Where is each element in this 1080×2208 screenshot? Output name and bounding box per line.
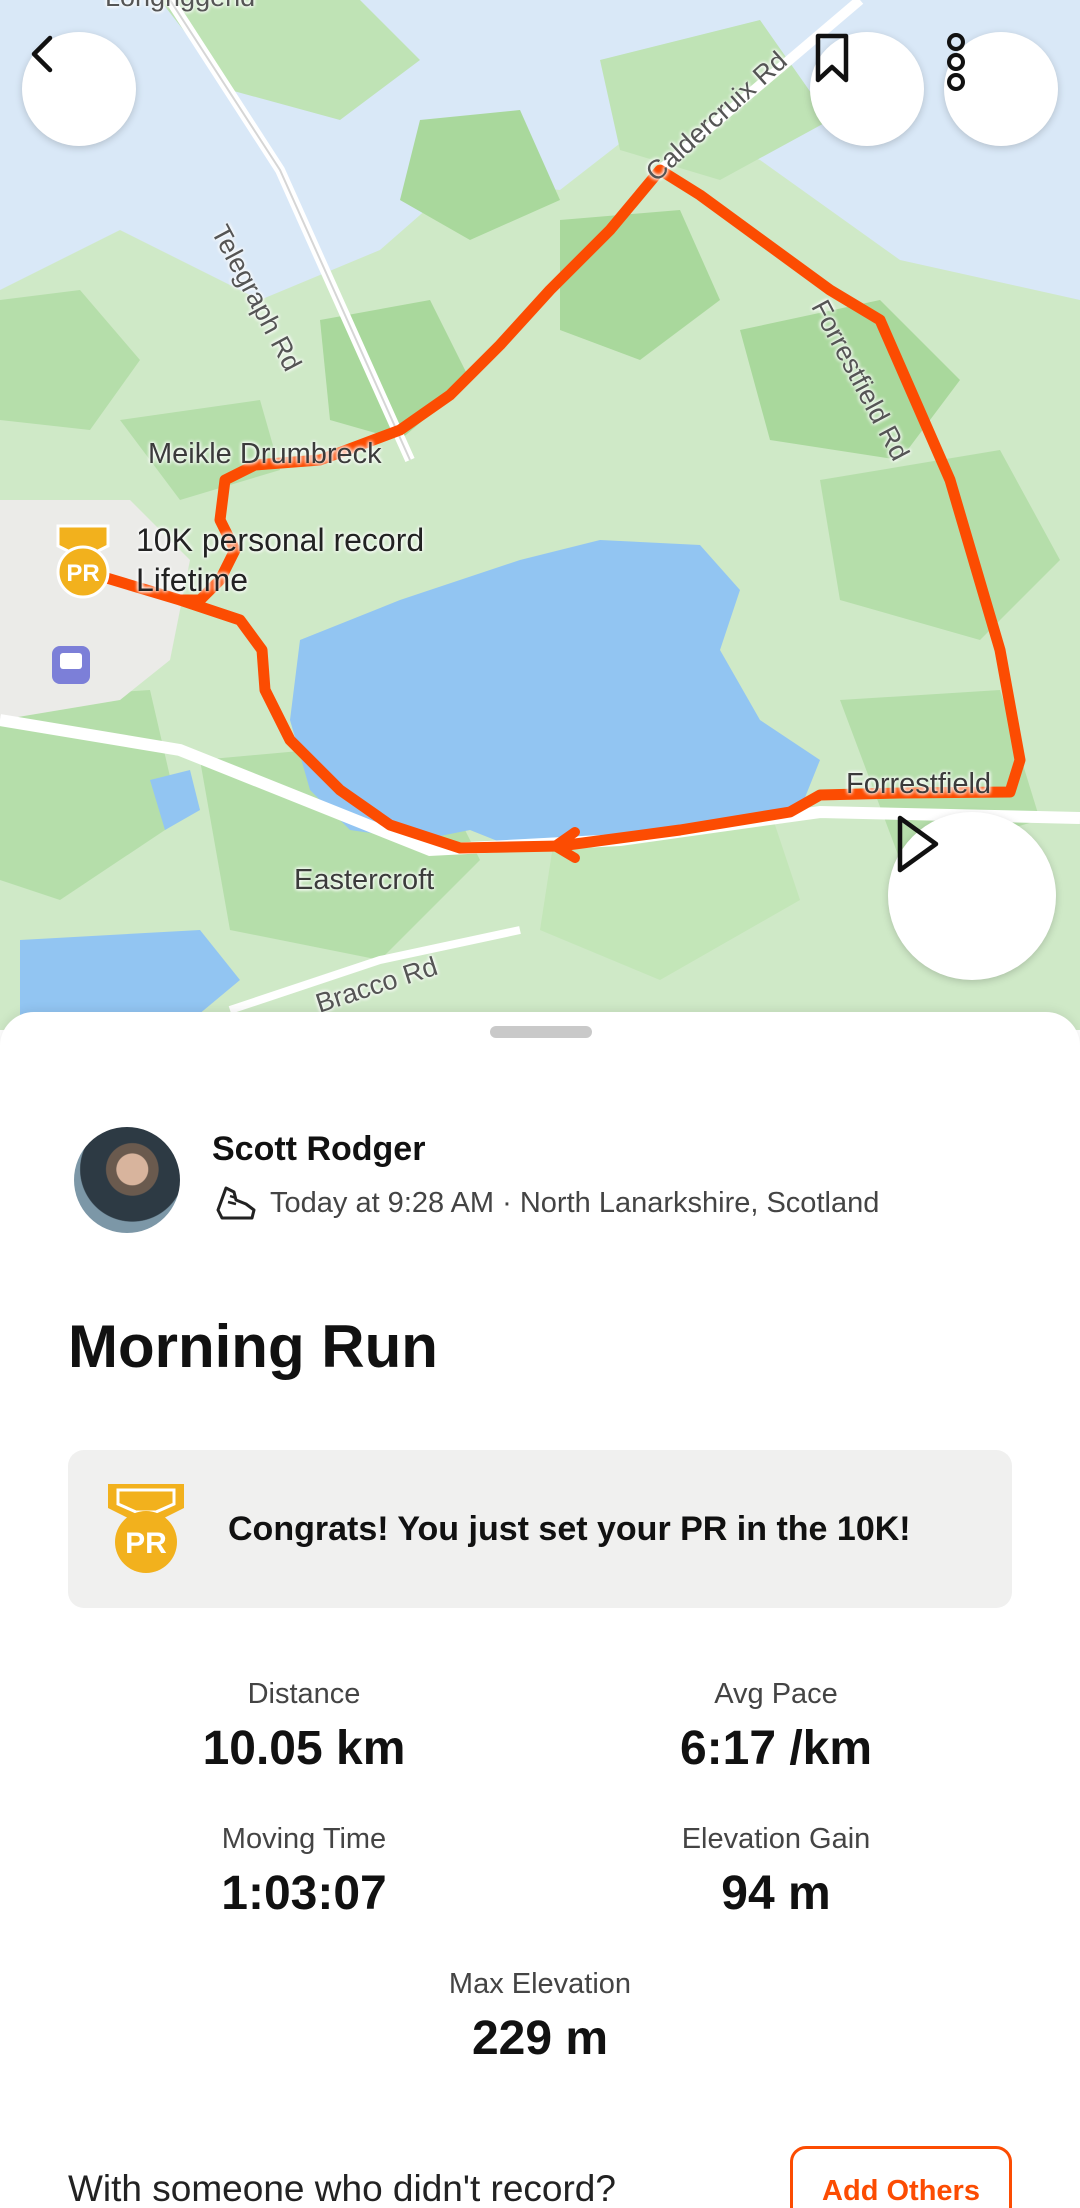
play-icon — [897, 815, 939, 873]
stat-value: 94 m — [721, 1867, 831, 1920]
stat-label: Avg Pace — [714, 1678, 838, 1710]
route-map[interactable]: Longriggend Telegraph Rd Caldercruix Rd … — [0, 0, 1080, 1030]
pr-medal-icon: PR — [56, 524, 110, 599]
athlete-name[interactable]: Scott Rodger — [212, 1130, 425, 1169]
stat-value: 229 m — [471, 2012, 609, 2065]
pr-map-marker[interactable]: PR — [48, 524, 118, 600]
map-label-pr-subtitle: Lifetime — [136, 562, 249, 598]
sheet-drag-handle[interactable] — [490, 1026, 592, 1038]
stat-value: 1:03:07 — [221, 1867, 387, 1920]
map-label-forrestfield: Forrestfield — [846, 768, 992, 800]
avatar[interactable] — [74, 1127, 180, 1233]
map-label-top: Longriggend — [105, 0, 255, 13]
back-icon — [31, 35, 53, 73]
add-others-button[interactable]: Add Others — [790, 2146, 1012, 2208]
pr-banner-message: Congrats! You just set your PR in the 10… — [228, 1509, 911, 1548]
stat-label: Max Elevation — [448, 1968, 632, 2000]
activity-meta: Today at 9:28 AM · North Lanarkshire, Sc… — [212, 1182, 879, 1224]
map-label-meikle-drumbreck: Meikle Drumbreck — [148, 438, 382, 470]
stat-label: Elevation Gain — [681, 1823, 871, 1855]
stat-value: 6:17 /km — [679, 1722, 873, 1775]
activity-sheet: Scott Rodger Today at 9:28 AM · North La… — [0, 1012, 1080, 2208]
activity-title: Morning Run — [68, 1313, 438, 1380]
stat-elevation-gain: Elevation Gain 94 m — [576, 1823, 976, 1921]
pr-banner[interactable]: PR Congrats! You just set your PR in the… — [68, 1450, 1012, 1608]
activity-meta-text: Today at 9:28 AM · North Lanarkshire, Sc… — [270, 1186, 880, 1219]
back-button[interactable] — [22, 32, 136, 146]
stat-value: 10.05 km — [202, 1722, 406, 1775]
with-others-prompt: With someone who didn't record? — [68, 2168, 616, 2208]
pr-banner-badge-text: PR — [125, 1527, 167, 1560]
map-label-eastercroft: Eastercroft — [294, 864, 435, 896]
pr-marker-text: PR — [66, 560, 99, 587]
more-options-button[interactable] — [944, 32, 1058, 146]
bookmark-button[interactable] — [810, 32, 924, 146]
stat-label: Moving Time — [221, 1823, 387, 1855]
pr-medal-icon: PR — [108, 1484, 184, 1573]
stat-label: Distance — [247, 1678, 361, 1710]
stat-max-elevation: Max Elevation 229 m — [340, 1968, 740, 2066]
more-vertical-icon — [947, 33, 965, 91]
stat-avg-pace: Avg Pace 6:17 /km — [576, 1678, 976, 1776]
play-flyover-button[interactable] — [888, 812, 1056, 980]
stat-distance: Distance 10.05 km — [104, 1678, 504, 1776]
map-label-pr-title: 10K personal record — [136, 522, 425, 558]
stat-moving-time: Moving Time 1:03:07 — [104, 1823, 504, 1921]
bookmark-icon — [815, 33, 849, 83]
run-shoe-icon — [216, 1186, 256, 1220]
